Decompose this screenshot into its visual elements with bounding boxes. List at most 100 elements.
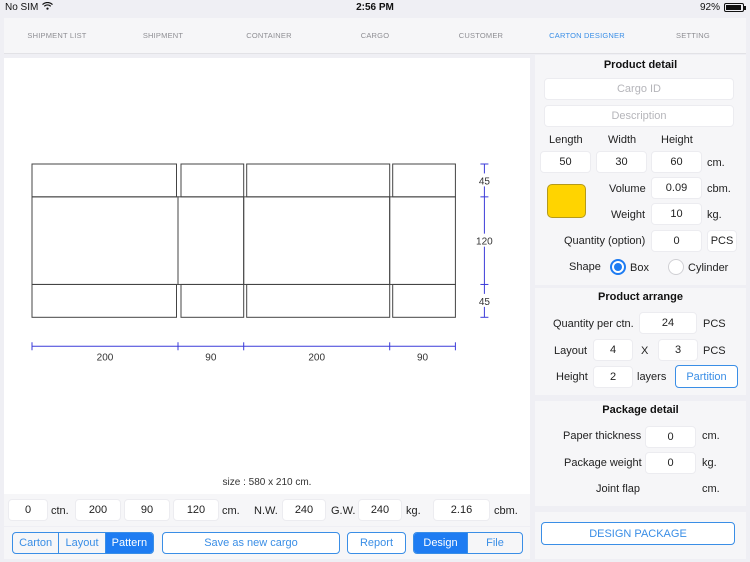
weight-label: Weight: [611, 209, 646, 221]
height-dimension-label: 45: [479, 297, 491, 308]
product-quantity-input[interactable]: 0: [651, 230, 702, 252]
tab-shipment-list[interactable]: SHIPMENT LIST: [4, 18, 110, 53]
shape-cylinder-radio[interactable]: [668, 259, 684, 275]
volume-unit: cbm.: [707, 183, 731, 195]
volume-unit-label: cbm.: [494, 505, 518, 517]
body-panel: [389, 196, 456, 285]
pattern-canvas: 200 90 200 90 45 120 45 size : 580 x 210 cm.: [4, 58, 530, 494]
width-dimension-label: 200: [308, 352, 325, 363]
product-detail-panel: Product detail Cargo ID Description Leng…: [535, 55, 746, 285]
gross-weight-label: G.W.: [331, 505, 356, 517]
bottom-flap-panel: [31, 283, 177, 318]
segment-layout[interactable]: Layout: [59, 533, 106, 553]
carton-width-field[interactable]: 90: [124, 499, 170, 521]
qty-per-carton-unit: PCS: [703, 318, 726, 330]
mode-segmented-control: Design File: [413, 532, 523, 554]
shape-label: Shape: [569, 261, 601, 273]
report-button[interactable]: Report: [347, 532, 406, 554]
qty-per-carton-input[interactable]: 24: [639, 312, 697, 334]
package-detail-title: Package detail: [602, 404, 679, 416]
quantity-label: Quantity (option): [564, 235, 646, 247]
paper-thickness-input[interactable]: 0: [645, 426, 696, 448]
body-panel: [31, 196, 179, 285]
joint-flap-unit: cm.: [702, 483, 720, 495]
tab-container[interactable]: CONTAINER: [216, 18, 322, 53]
package-detail-panel: Package detail Paper thickness 0 cm. Pac…: [535, 401, 746, 506]
height-layers-input[interactable]: 2: [593, 366, 633, 388]
carton-pattern-drawing: 200 90 200 90 45 120 45: [31, 163, 494, 363]
length-label: Length: [549, 134, 583, 146]
volume-label: Volume: [609, 183, 646, 195]
package-weight-unit: kg.: [702, 457, 717, 469]
package-weight-input[interactable]: 0: [645, 452, 696, 474]
product-length-input[interactable]: 50: [540, 151, 591, 173]
save-as-new-cargo-button[interactable]: Save as new cargo: [162, 532, 340, 554]
qty-per-carton-label: Quantity per ctn.: [553, 318, 634, 330]
pattern-size-label: size : 580 x 210 cm.: [222, 477, 312, 488]
view-segmented-control: Carton Layout Pattern: [12, 532, 154, 554]
segment-pattern[interactable]: Pattern: [105, 533, 153, 553]
body-panel: [243, 196, 391, 285]
product-weight-input[interactable]: 10: [651, 203, 702, 225]
layout-label: Layout: [554, 345, 588, 357]
volume-field[interactable]: 2.16: [433, 499, 490, 521]
bottom-toolbar: Carton Layout Pattern Save as new cargo …: [4, 527, 530, 559]
product-dim-unit: cm.: [707, 157, 725, 169]
tab-customer[interactable]: CUSTOMER: [428, 18, 534, 53]
layout-multiply-label: X: [641, 345, 649, 357]
package-weight-label: Package weight: [564, 457, 642, 469]
product-detail-title: Product detail: [603, 59, 678, 71]
product-width-input[interactable]: 30: [596, 151, 647, 173]
width-dimension-label: 90: [205, 352, 217, 363]
product-color-swatch[interactable]: [547, 184, 586, 218]
tab-cargo[interactable]: CARGO: [322, 18, 428, 53]
summary-row: 0 ctn. 200 90 120 cm. N.W. 240 G.W. 240 …: [4, 494, 530, 526]
description-input[interactable]: Description: [544, 105, 734, 127]
partition-button[interactable]: Partition: [675, 365, 738, 388]
shape-box-radio[interactable]: [610, 259, 626, 275]
segment-file[interactable]: File: [468, 533, 522, 553]
tab-setting[interactable]: SETTING: [640, 18, 746, 53]
layout-unit: PCS: [703, 345, 726, 357]
height-dimension-label: 120: [476, 237, 493, 248]
product-arrange-panel: Product arrange Quantity per ctn. 24 PCS…: [535, 288, 746, 395]
width-dimension-label: 90: [417, 352, 429, 363]
dimension-unit-label: cm.: [222, 505, 240, 517]
segment-design[interactable]: Design: [414, 533, 469, 553]
segment-carton[interactable]: Carton: [13, 533, 60, 553]
main-tab-bar: SHIPMENT LIST SHIPMENT CONTAINER CARGO C…: [4, 18, 746, 54]
height-label: Height: [661, 134, 693, 146]
gross-weight-field[interactable]: 240: [358, 499, 402, 521]
product-volume-input[interactable]: 0.09: [651, 177, 702, 199]
clock: 2:56 PM: [356, 2, 394, 13]
design-package-button[interactable]: DESIGN PACKAGE: [541, 522, 735, 545]
carton-unit-label: ctn.: [51, 505, 69, 517]
height-dimension-label: 45: [479, 176, 491, 187]
body-panel: [177, 196, 245, 285]
weight-unit-label: kg.: [406, 505, 421, 517]
carton-length-field[interactable]: 200: [75, 499, 121, 521]
carton-count-field[interactable]: 0: [8, 499, 48, 521]
width-dimension-label: 200: [97, 352, 114, 363]
layout-x-input[interactable]: 4: [593, 339, 633, 361]
tab-shipment[interactable]: SHIPMENT: [110, 18, 216, 53]
tab-carton-designer[interactable]: CARTON DESIGNER: [534, 18, 640, 53]
shape-box-label: Box: [630, 262, 649, 274]
battery-percent: 92%: [699, 2, 720, 13]
weight-unit: kg.: [707, 209, 722, 221]
width-label: Width: [608, 134, 637, 146]
cargo-id-input[interactable]: Cargo ID: [544, 78, 734, 100]
shape-cylinder-label: Cylinder: [688, 262, 729, 274]
layout-y-input[interactable]: 3: [658, 339, 698, 361]
bottom-flap-panel: [392, 283, 456, 318]
carton-height-field[interactable]: 120: [173, 499, 219, 521]
product-height-input[interactable]: 60: [651, 151, 702, 173]
layers-unit: layers: [637, 371, 667, 383]
joint-flap-label: Joint flap: [596, 483, 641, 495]
top-flap-panel: [31, 163, 177, 198]
status-bar: No SIM 2:56 PM 92%: [0, 0, 750, 16]
bottom-flap-panel: [180, 283, 245, 318]
quantity-unit-selector[interactable]: PCS: [707, 230, 737, 252]
height-layers-label: Height: [556, 371, 588, 383]
net-weight-field[interactable]: 240: [282, 499, 326, 521]
